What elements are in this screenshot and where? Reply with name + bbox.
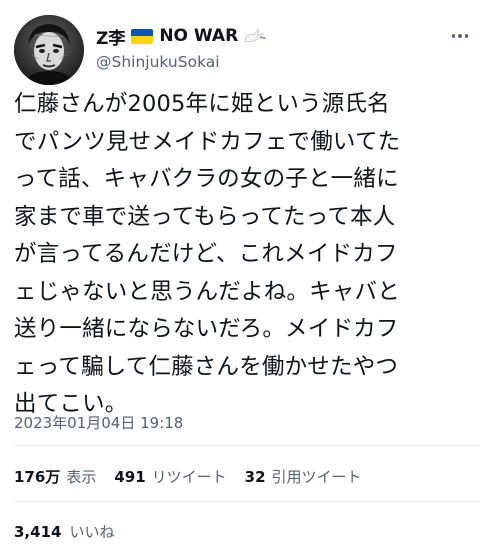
divider xyxy=(14,445,480,446)
tweet-text-line: が言ってるんだけど、これメイドカフ xyxy=(14,241,398,267)
views-count: 176万 xyxy=(14,468,61,486)
likes-count: 3,414 xyxy=(14,523,62,541)
avatar[interactable] xyxy=(14,15,84,85)
views-label: 表示 xyxy=(66,468,97,486)
tweet-text: 仁藤さんが2005年に姫という源氏名 でパンツ見せメイドカフェで働いてた って話… xyxy=(14,86,476,424)
tweet-text-line: ェって騙して仁藤さんを働かせたやつ xyxy=(14,353,399,380)
more-dot-icon xyxy=(458,34,462,38)
ukraine-flag-icon xyxy=(131,28,154,44)
author-handle[interactable]: @ShinjukuSokai xyxy=(96,53,220,71)
retweets-stat[interactable]: 491 リツイート xyxy=(114,466,226,487)
tweet-text-line: でパンツ見せメイドカフェで働いてた xyxy=(14,128,401,155)
author-name-row[interactable]: Z李 NO WAR xyxy=(96,24,266,49)
retweets-label: リツイート xyxy=(151,468,227,486)
more-dot-icon xyxy=(464,34,469,38)
likes-label: いいね xyxy=(69,523,115,541)
quotes-stat[interactable]: 32 引用ツイート xyxy=(245,466,362,487)
retweets-count: 491 xyxy=(114,468,146,486)
stats-row: 176万 表示 491 リツイート 32 引用ツイート xyxy=(14,466,380,487)
more-options-button[interactable] xyxy=(448,28,472,44)
peace-dove-icon xyxy=(244,28,266,43)
avatar-portrait-icon xyxy=(14,15,84,85)
views-stat[interactable]: 176万 表示 xyxy=(14,466,96,487)
tweet-text-line: 家まで車で送ってもらってたって本人 xyxy=(14,203,396,230)
tweet-text-line: って話、キャバクラの女の子と一緒に xyxy=(14,166,399,192)
tweet-text-line: 送り一緒にならないだろ。メイドカフ xyxy=(14,316,399,342)
display-name-prefix[interactable]: Z李 xyxy=(96,24,125,49)
tweet-text-line: ェじゃないと思うんだよね。キャバと xyxy=(14,278,400,305)
quotes-count: 32 xyxy=(244,468,266,486)
quotes-label: 引用ツイート xyxy=(271,468,362,486)
likes-stat[interactable]: 3,414 いいね xyxy=(14,521,114,542)
divider xyxy=(14,501,480,502)
more-dot-icon xyxy=(451,34,456,38)
tweet-timestamp[interactable]: 2023年01月04日 19:18 xyxy=(14,412,183,433)
display-name-suffix[interactable]: NO WAR xyxy=(159,26,238,46)
tweet-text-line: 仁藤さんが2005年に姫という源氏名 xyxy=(14,91,390,117)
